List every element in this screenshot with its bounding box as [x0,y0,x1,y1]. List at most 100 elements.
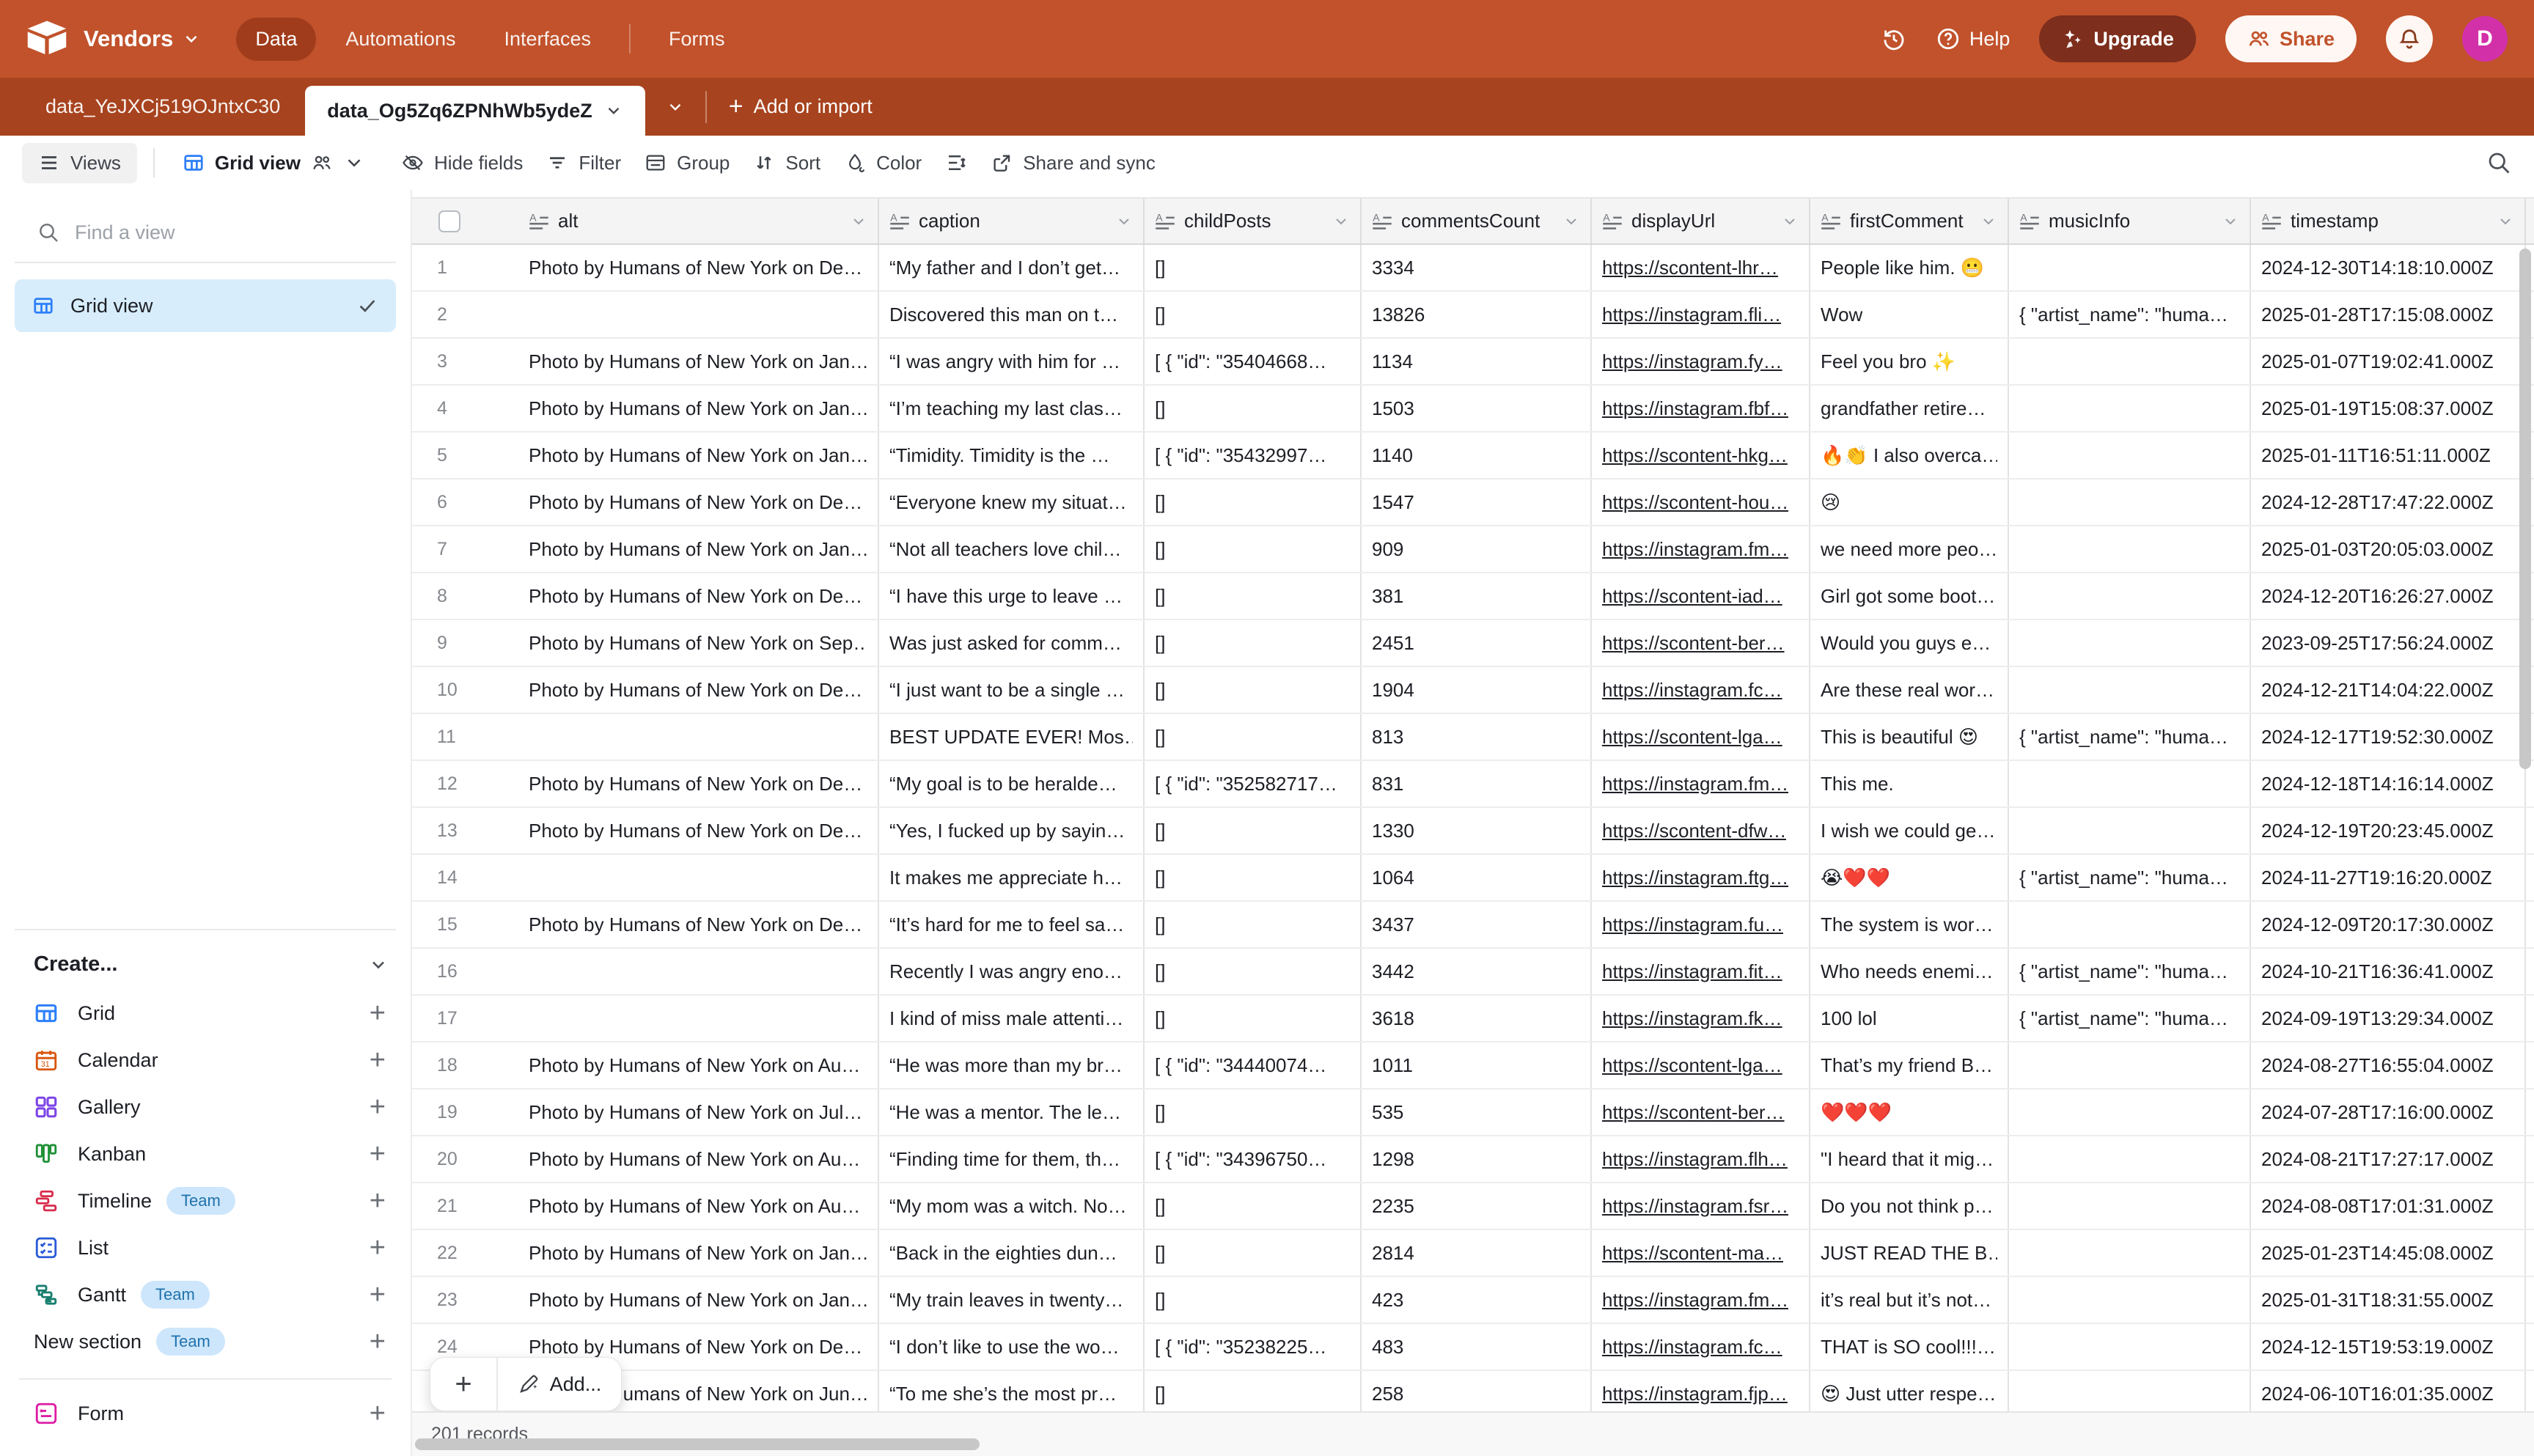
cell-musicInfo[interactable] [2009,1371,2251,1416]
cell-musicInfo[interactable] [2009,1136,2251,1182]
cell-childPosts[interactable]: [] [1145,1089,1362,1135]
cell-displayUrl[interactable]: https://instagram.fy… [1592,339,1810,384]
cell-caption[interactable]: “I don’t like to use the wo… [879,1324,1145,1369]
horizontal-scrollbar[interactable] [415,1438,980,1450]
row-number[interactable]: 4 [412,386,518,431]
cell-childPosts[interactable]: [] [1145,667,1362,713]
filter-button[interactable]: Filter [535,144,633,182]
cell-timestamp[interactable]: 2024-11-27T19:16:20.000Z [2251,855,2526,900]
row-number[interactable]: 3 [412,339,518,384]
url-link[interactable]: https://instagram.ftg… [1602,867,1788,889]
upgrade-button[interactable]: Upgrade [2039,15,2196,62]
row-number[interactable]: 12 [412,761,518,806]
cell-childPosts[interactable]: [] [1145,1371,1362,1416]
cell-musicInfo[interactable] [2009,1277,2251,1323]
cell-musicInfo[interactable] [2009,1183,2251,1229]
cell-commentsCount[interactable]: 1330 [1362,808,1592,853]
share-button[interactable]: Share [2225,15,2357,62]
cell-musicInfo[interactable] [2009,808,2251,853]
cell-commentsCount[interactable]: 1503 [1362,386,1592,431]
column-header-timestamp[interactable]: Atimestamp [2251,199,2526,243]
cell-timestamp[interactable]: 2024-12-15T19:53:19.000Z [2251,1324,2526,1369]
cell-caption[interactable]: Discovered this man on t… [879,292,1145,337]
cell-alt[interactable]: Photo by Humans of New York on Jan… [518,433,879,478]
cell-caption[interactable]: “Back in the eighties dun… [879,1230,1145,1276]
row-number[interactable]: 9 [412,620,518,666]
cell-musicInfo[interactable]: { "artist_name": "huma… [2009,996,2251,1041]
cell-displayUrl[interactable]: https://instagram.fm… [1592,761,1810,806]
cell-timestamp[interactable]: 2024-12-28T17:47:22.000Z [2251,479,2526,525]
cell-caption[interactable]: BEST UPDATE EVER! Mos… [879,714,1145,760]
url-link[interactable]: https://instagram.fm… [1602,1289,1788,1312]
cell-childPosts[interactable]: [ { "id": "34396750… [1145,1136,1362,1182]
cell-commentsCount[interactable]: 3442 [1362,949,1592,994]
cell-musicInfo[interactable] [2009,902,2251,947]
cell-timestamp[interactable]: 2024-12-17T19:52:30.000Z [2251,714,2526,760]
cell-caption[interactable]: “My train leaves in twenty… [879,1277,1145,1323]
cell-musicInfo[interactable] [2009,1324,2251,1369]
url-link[interactable]: https://instagram.fli… [1602,304,1781,326]
url-link[interactable]: https://instagram.flh… [1602,1148,1788,1171]
row-number[interactable]: 17 [412,996,518,1041]
add-view-plus-button[interactable]: + [370,998,386,1029]
views-button[interactable]: Views [22,143,137,183]
row-number[interactable]: 11 [412,714,518,760]
share-and-sync-button[interactable]: Share and sync [979,144,1167,182]
cell-commentsCount[interactable]: 381 [1362,573,1592,619]
cell-firstComment[interactable]: Would you guys e… [1810,620,2009,666]
cell-childPosts[interactable]: [ { "id": "352582717… [1145,761,1362,806]
row-number[interactable]: 1 [412,245,518,290]
cell-caption[interactable]: “My goal is to be heralde… [879,761,1145,806]
url-link[interactable]: https://scontent-hou… [1602,491,1788,514]
create-section-header[interactable]: Create... [15,929,396,990]
cell-caption[interactable]: “Not all teachers love chil… [879,526,1145,572]
url-link[interactable]: https://scontent-lga… [1602,726,1782,749]
cell-alt[interactable] [518,292,879,337]
url-link[interactable]: https://scontent-ber… [1602,632,1785,655]
cell-timestamp[interactable]: 2024-12-18T14:16:14.000Z [2251,761,2526,806]
row-number[interactable]: 10 [412,667,518,713]
create-item-new-section[interactable]: New sectionTeam+ [15,1318,396,1365]
create-item-list[interactable]: List+ [15,1224,396,1271]
add-record-button[interactable]: + [430,1358,496,1411]
row-number[interactable]: 13 [412,808,518,853]
cell-firstComment[interactable]: 🔥👏 I also overca… [1810,433,2009,478]
cell-musicInfo[interactable] [2009,1230,2251,1276]
add-view-plus-button[interactable]: + [370,1092,386,1123]
cell-commentsCount[interactable]: 1298 [1362,1136,1592,1182]
cell-musicInfo[interactable] [2009,433,2251,478]
cell-musicInfo[interactable] [2009,386,2251,431]
nav-tab-forms[interactable]: Forms [650,18,744,61]
create-item-gallery[interactable]: Gallery+ [15,1084,396,1130]
cell-caption[interactable]: “Timidity. Timidity is the … [879,433,1145,478]
add-or-import-button[interactable]: + Add or import [707,78,895,136]
cell-timestamp[interactable]: 2025-01-28T17:15:08.000Z [2251,292,2526,337]
cell-caption[interactable]: “I have this urge to leave … [879,573,1145,619]
cell-caption[interactable]: “He was a mentor. The le… [879,1089,1145,1135]
cell-commentsCount[interactable]: 1011 [1362,1043,1592,1088]
cell-caption[interactable]: “Finding time for them, th… [879,1136,1145,1182]
cell-firstComment[interactable]: Do you not think p… [1810,1183,2009,1229]
url-link[interactable]: https://instagram.fc… [1602,1336,1782,1358]
cell-caption[interactable]: Was just asked for comm… [879,620,1145,666]
url-link[interactable]: https://instagram.fbf… [1602,397,1788,420]
cell-displayUrl[interactable]: https://scontent-hou… [1592,479,1810,525]
add-view-plus-button[interactable]: + [370,1185,386,1217]
cell-alt[interactable]: Photo by Humans of New York on Jan… [518,386,879,431]
cell-musicInfo[interactable] [2009,1043,2251,1088]
cell-firstComment[interactable]: Who needs enemi… [1810,949,2009,994]
cell-displayUrl[interactable]: https://scontent-lhr… [1592,245,1810,290]
cell-caption[interactable]: “I just want to be a single … [879,667,1145,713]
cell-caption[interactable]: “To me she’s the most pr… [879,1371,1145,1416]
cell-childPosts[interactable]: [] [1145,526,1362,572]
cell-displayUrl[interactable]: https://scontent-hkg… [1592,433,1810,478]
row-height-button[interactable] [933,144,979,181]
cell-displayUrl[interactable]: https://instagram.fu… [1592,902,1810,947]
cell-musicInfo[interactable] [2009,761,2251,806]
cell-commentsCount[interactable]: 1134 [1362,339,1592,384]
cell-alt[interactable]: Photo by Humans of New York on Jan… [518,526,879,572]
vertical-scrollbar[interactable] [2519,249,2531,769]
url-link[interactable]: https://instagram.fk… [1602,1007,1782,1030]
cell-commentsCount[interactable]: 1547 [1362,479,1592,525]
cell-musicInfo[interactable]: { "artist_name": "huma… [2009,949,2251,994]
